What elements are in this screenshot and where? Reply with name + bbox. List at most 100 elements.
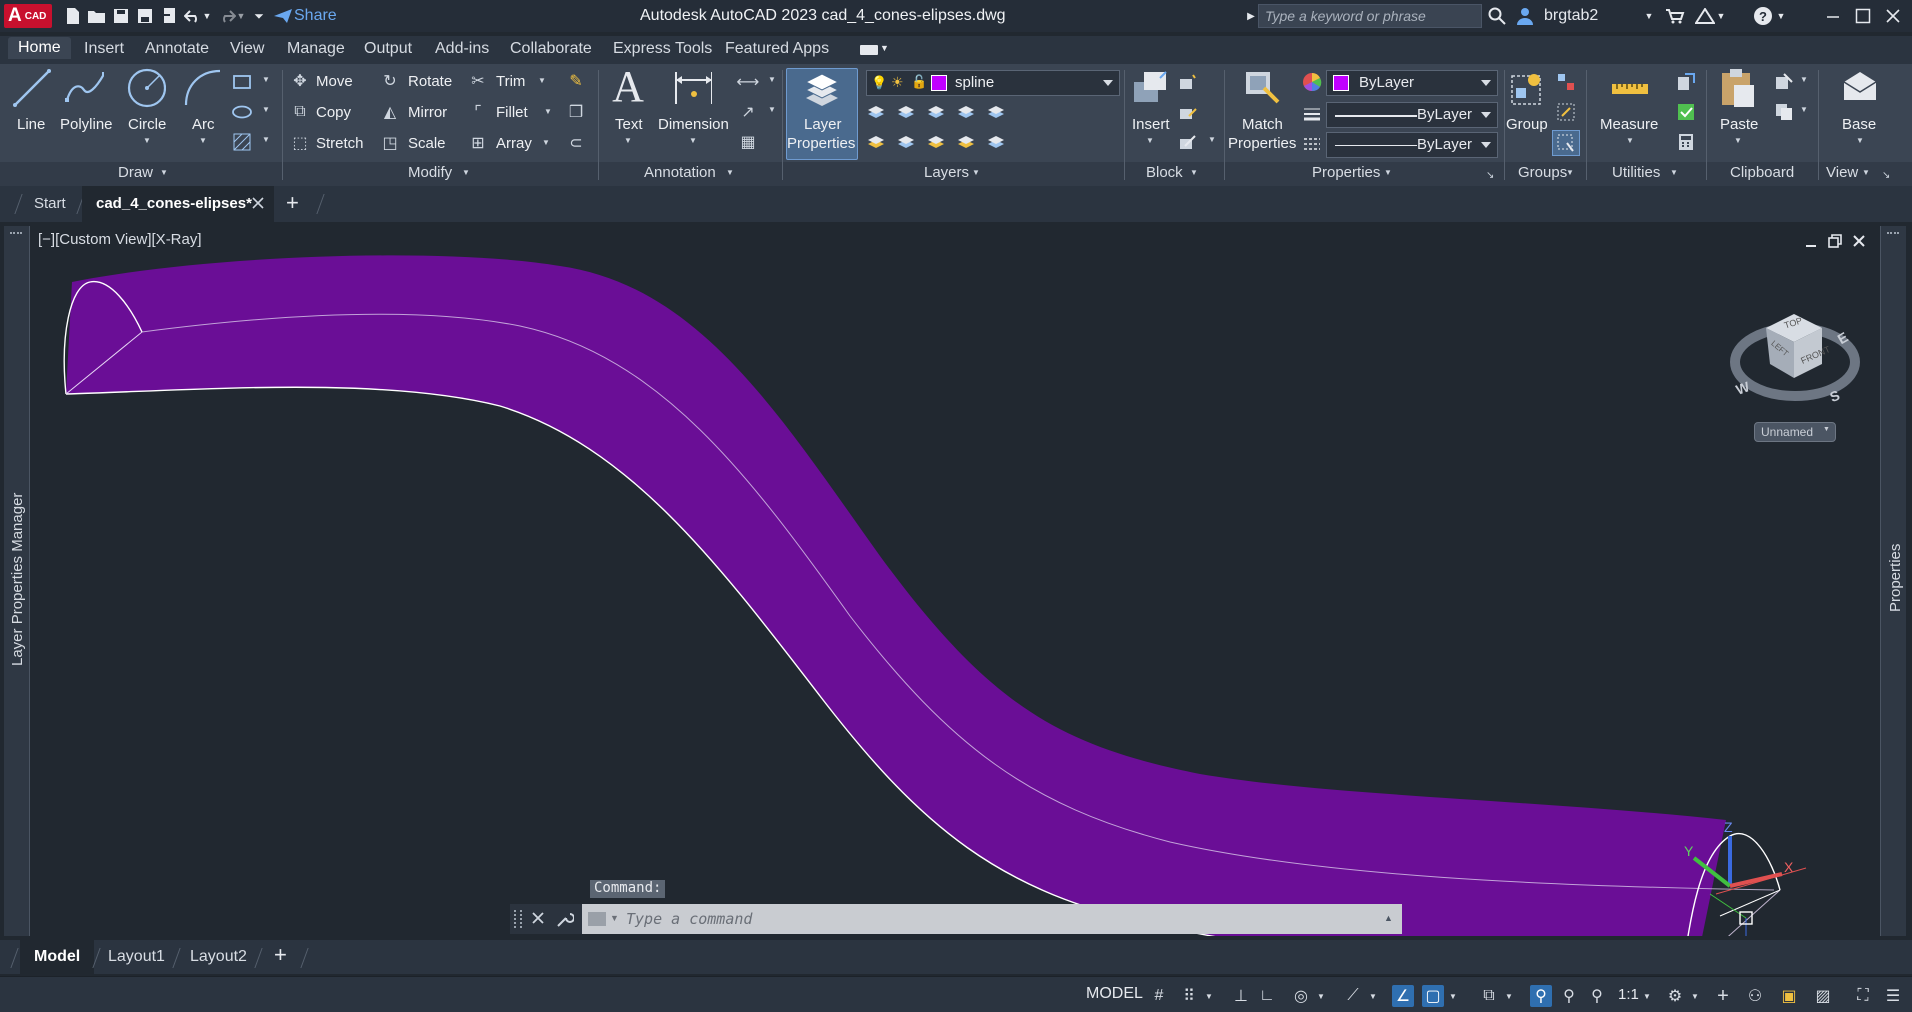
arc-dropdown-icon[interactable]: ▼ <box>199 136 207 145</box>
groups-panel-title[interactable]: Groups <box>1518 164 1567 181</box>
drawing-tab[interactable]: cad_4_cones-elipses* <box>82 186 274 222</box>
annotation-scale-icon[interactable]: ⚲ <box>1530 985 1552 1007</box>
annotation-monitor-icon[interactable]: ⚲ <box>1586 985 1608 1007</box>
arc-tool-icon[interactable] <box>182 68 222 108</box>
layer-match-icon[interactable] <box>986 132 1006 152</box>
trim-dropdown-icon[interactable]: ▼ <box>538 76 546 85</box>
viewport-controls-label[interactable]: [−][Custom View][X-Ray] <box>38 231 202 248</box>
base-dropdown-icon[interactable]: ▼ <box>1856 136 1864 145</box>
fillet-button[interactable]: Fillet <box>496 104 528 121</box>
dimension-tool-icon[interactable] <box>672 68 712 108</box>
block-panel-title[interactable]: Block <box>1146 164 1183 181</box>
save-icon[interactable] <box>110 6 132 26</box>
group-edit-icon[interactable] <box>1556 102 1576 122</box>
base-view-icon[interactable] <box>1840 68 1880 108</box>
tab-featured-apps[interactable]: Featured Apps <box>725 40 829 58</box>
create-block-icon[interactable] <box>1178 72 1198 92</box>
rectangle-dropdown-icon[interactable]: ▼ <box>262 75 270 84</box>
hatch-icon[interactable] <box>232 132 252 152</box>
insert-button[interactable]: Insert <box>1132 116 1170 133</box>
open-folder-icon[interactable] <box>86 6 108 26</box>
layout1-tab[interactable]: Layout1 <box>108 948 165 966</box>
text-dropdown-icon[interactable]: ▼ <box>624 136 632 145</box>
fillet-dropdown-icon[interactable]: ▼ <box>544 107 552 116</box>
object-snap-icon[interactable]: ▢ <box>1422 985 1444 1007</box>
ribbon-toggle-dropdown-icon[interactable]: ▼ <box>880 43 889 53</box>
search-input[interactable]: Type a keyword or phrase <box>1258 4 1482 28</box>
maximize-icon[interactable] <box>1852 6 1874 26</box>
array-icon[interactable]: ⊞ <box>468 133 488 153</box>
app-dropdown-icon[interactable]: ▼ <box>1714 6 1728 26</box>
trim-button[interactable]: Trim <box>496 73 525 90</box>
ortho-icon[interactable]: ∟ <box>1256 985 1278 1007</box>
annotation-dropdown-icon[interactable]: ▼ <box>1504 985 1514 1007</box>
table-icon[interactable]: ▦ <box>738 132 758 152</box>
annotation-panel-expand-icon[interactable]: ▼ <box>726 168 734 177</box>
polar-dropdown-icon[interactable]: ▼ <box>1316 985 1326 1007</box>
offset-icon[interactable]: ⊂ <box>566 133 586 153</box>
new-layout-icon[interactable]: + <box>274 944 294 966</box>
annotation-visibility-icon[interactable]: ⧉ <box>1478 985 1500 1007</box>
fillet-icon[interactable]: ⌜ <box>468 102 488 122</box>
customize-toolbar-icon[interactable]: ⏷ <box>250 6 268 26</box>
ungroup-icon[interactable] <box>1556 72 1576 92</box>
utilities-panel-expand-icon[interactable]: ▼ <box>1670 168 1678 177</box>
copy-icon[interactable]: ⧉ <box>290 102 310 122</box>
mirror-icon[interactable]: ◭ <box>380 102 400 122</box>
paste-dropdown-icon[interactable]: ▼ <box>1734 136 1742 145</box>
match-properties-label-1[interactable]: Match <box>1242 116 1283 133</box>
share-icon[interactable] <box>272 6 294 26</box>
array-button[interactable]: Array <box>496 135 532 152</box>
layers-panel-expand-icon[interactable]: ▼ <box>972 168 980 177</box>
tab-home[interactable]: Home <box>8 37 71 59</box>
properties-dialog-launcher-icon[interactable]: ↘ <box>1486 170 1494 181</box>
help-icon[interactable]: ? <box>1752 6 1774 26</box>
paste-icon[interactable] <box>1718 68 1758 108</box>
insert-block-icon[interactable] <box>1130 68 1170 108</box>
workspace-gear-icon[interactable]: ⚙ <box>1664 985 1686 1007</box>
snap-dropdown-icon[interactable]: ▼ <box>1204 985 1214 1007</box>
tab-add-ins[interactable]: Add-ins <box>435 40 489 58</box>
erase-icon[interactable]: ✎ <box>566 71 586 91</box>
draw-panel-title[interactable]: Draw <box>118 164 153 181</box>
tab-view[interactable]: View <box>230 40 264 58</box>
isometric-icon[interactable]: ⟋ <box>1342 985 1364 1007</box>
lineweight-icon[interactable] <box>1302 104 1322 124</box>
leader-dropdown-icon[interactable]: ▼ <box>768 105 776 114</box>
groups-panel-expand-icon[interactable]: ▼ <box>1566 168 1574 177</box>
command-history-toggle-icon[interactable]: ▲ <box>1384 913 1393 923</box>
isolate-objects-icon[interactable]: ⚇ <box>1744 985 1766 1007</box>
quick-select-icon[interactable] <box>1676 72 1696 92</box>
move-button[interactable]: Move <box>316 73 353 90</box>
properties-panel-title[interactable]: Properties <box>1312 164 1380 181</box>
array-dropdown-icon[interactable]: ▼ <box>542 138 550 147</box>
color-dropdown[interactable]: ByLayer <box>1326 70 1498 96</box>
undo-dropdown-icon[interactable]: ▼ <box>200 6 214 26</box>
tab-manage[interactable]: Manage <box>287 40 345 58</box>
rectangle-icon[interactable] <box>232 72 252 92</box>
view-panel-expand-icon[interactable]: ▼ <box>1862 168 1870 177</box>
ribbon-panel-toggle-icon[interactable] <box>860 45 878 55</box>
circle-tool-icon[interactable] <box>126 68 166 108</box>
model-tab[interactable]: Model <box>20 940 95 974</box>
redo-dropdown-icon[interactable]: ▼ <box>234 6 248 26</box>
model-viewport[interactable]: Z Y X TOP FRONT LEFT E S W Unnamed ▼ <box>0 226 1912 936</box>
ellipse-icon[interactable] <box>232 102 252 122</box>
layer-lock-icon[interactable] <box>956 102 976 122</box>
object-snap-tracking-icon[interactable]: ∠ <box>1392 985 1414 1007</box>
palette-grip-icon[interactable] <box>1887 232 1899 242</box>
clipboard-panel-title[interactable]: Clipboard <box>1730 164 1794 181</box>
insert-dropdown-icon[interactable]: ▼ <box>1146 136 1154 145</box>
layer-on-all-icon[interactable] <box>866 132 886 152</box>
group-icon[interactable] <box>1508 68 1548 108</box>
layer-dropdown[interactable]: 💡 ☀ 🔓 spline <box>866 70 1120 96</box>
isometric-dropdown-icon[interactable]: ▼ <box>1368 985 1378 1007</box>
polar-tracking-icon[interactable]: ◎ <box>1290 985 1312 1007</box>
paste-button[interactable]: Paste <box>1720 116 1758 133</box>
viewport-restore-icon[interactable] <box>1828 234 1842 248</box>
command-grip-icon[interactable] <box>514 910 522 928</box>
lineweight-dropdown[interactable]: ByLayer <box>1326 102 1498 128</box>
clean-screen-image-icon[interactable]: ▨ <box>1812 985 1834 1007</box>
palette-grip-icon[interactable] <box>10 232 22 242</box>
username[interactable]: brgtab2 <box>1544 7 1598 25</box>
